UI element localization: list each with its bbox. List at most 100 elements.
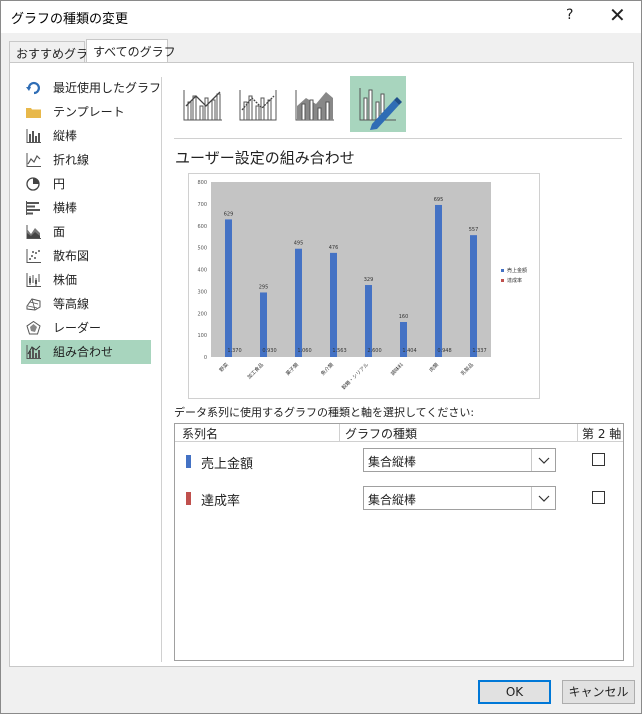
chart-type-select[interactable]: 集合縦棒 — [363, 486, 556, 510]
legend-swatch — [501, 279, 504, 282]
rate-data-label: 1.404 — [402, 348, 416, 354]
sidebar-item-bar[interactable]: 横棒 — [21, 196, 151, 220]
header-separator — [339, 424, 340, 442]
title-bar: グラフの種類の変更 ? ✕ — [1, 1, 641, 33]
combo-chart-icon — [26, 345, 41, 359]
sidebar-item-label: 最近使用したグラフ — [53, 81, 162, 95]
series-table: 系列名 グラフの種類 第 2 軸 売上金額 集合縦棒 達成率 集合縦棒 — [174, 423, 624, 661]
ok-button[interactable]: OK — [478, 680, 551, 704]
instruction-text: データ系列に使用するグラフの種類と軸を選択してください: — [174, 406, 475, 419]
pie-chart-icon — [26, 177, 40, 191]
sidebar-item-label: 等高線 — [53, 297, 90, 311]
chart-preview: 800 700 600 500 400 300 200 100 0 629 1.370 295 0.9… — [188, 173, 540, 399]
bar — [330, 252, 337, 357]
stacked-area-clustered-column-button[interactable] — [286, 76, 342, 132]
x-category-label: 調味料 — [389, 361, 405, 377]
sidebar-item-surface[interactable]: 等高線 — [21, 292, 151, 316]
bar-data-label: 160 — [399, 314, 409, 320]
bar-data-label: 329 — [364, 277, 374, 283]
clustered-column-line-secondary-button[interactable] — [230, 76, 286, 132]
series-table-header: 系列名 グラフの種類 第 2 軸 — [175, 424, 623, 442]
help-button[interactable]: ? — [566, 7, 573, 23]
y-tick-label: 0 — [204, 355, 207, 361]
tab-all-charts[interactable]: すべてのグラフ — [86, 39, 176, 63]
chart-preview-canvas: 800 700 600 500 400 300 200 100 0 629 1.370 295 0.9… — [197, 180, 527, 391]
sidebar-item-line[interactable]: 折れ線 — [21, 148, 151, 172]
sidebar-item-label: 面 — [53, 225, 66, 239]
sidebar-item-label: 円 — [53, 177, 66, 191]
series-name: 売上金額 — [201, 457, 254, 472]
y-tick-label: 700 — [197, 202, 207, 208]
clustered-column-line-icon — [183, 90, 222, 121]
chevron-down-icon — [531, 449, 555, 471]
y-tick-label: 800 — [197, 180, 207, 186]
bar — [225, 219, 232, 357]
bar-data-label: 695 — [434, 197, 444, 203]
series-color-swatch — [186, 455, 191, 468]
gallery-divider — [174, 138, 622, 139]
sidebar-item-label: 折れ線 — [53, 153, 90, 167]
bar — [365, 285, 372, 357]
bar — [470, 235, 477, 357]
custom-combination-button[interactable] — [350, 76, 406, 132]
stock-chart-icon — [26, 273, 41, 287]
x-category-label: 加工食品 — [246, 361, 265, 380]
rate-data-label: 0.930 — [262, 348, 276, 354]
sidebar-item-combo[interactable]: 組み合わせ — [21, 340, 151, 364]
sidebar-item-scatter[interactable]: 散布図 — [21, 244, 151, 268]
sidebar-item-recent[interactable]: 最近使用したグラフ — [21, 76, 161, 100]
chart-type-panel: 最近使用したグラフ テンプレート 縦棒 折れ線 円 横棒 面 散布図 株価 等高… — [9, 62, 634, 667]
x-category-label: 肉類 — [428, 361, 440, 373]
series-color-swatch — [186, 492, 191, 505]
secondary-axis-checkbox[interactable] — [592, 453, 605, 466]
header-series-name: 系列名 — [182, 427, 219, 441]
radar-chart-icon — [26, 321, 41, 335]
sidebar-item-templates[interactable]: テンプレート — [21, 100, 151, 124]
y-tick-label: 400 — [197, 268, 207, 274]
change-chart-type-dialog: グラフの種類の変更 ? ✕ おすすめグラフ すべてのグラフ 最近使用したグラフ … — [0, 0, 642, 714]
area-chart-icon — [26, 225, 41, 239]
y-tick-label: 200 — [197, 311, 207, 317]
bar-chart-icon — [26, 201, 40, 215]
close-button[interactable]: ✕ — [609, 3, 626, 27]
secondary-axis-checkbox[interactable] — [592, 491, 605, 504]
rate-data-label: 1.337 — [472, 348, 486, 354]
rate-data-label: 0.948 — [437, 348, 451, 354]
legend-label: 達成率 — [507, 277, 522, 284]
sidebar-item-label: 横棒 — [53, 201, 78, 215]
sidebar-item-column[interactable]: 縦棒 — [21, 124, 151, 148]
y-tick-label: 600 — [197, 224, 207, 230]
custom-combination-icon — [359, 88, 402, 130]
bar — [295, 248, 302, 357]
sidebar-item-stock[interactable]: 株価 — [21, 268, 151, 292]
section-title: ユーザー設定の組み合わせ — [175, 149, 355, 167]
line-chart-icon — [26, 153, 41, 167]
header-secondary-axis: 第 2 軸 — [582, 427, 622, 441]
y-tick-label: 500 — [197, 246, 207, 252]
chevron-down-icon — [531, 487, 555, 509]
sidebar-item-pie[interactable]: 円 — [21, 172, 151, 196]
cancel-button[interactable]: キャンセル — [562, 680, 635, 704]
bar-data-label: 495 — [294, 241, 304, 247]
plot-area — [211, 182, 491, 357]
rate-data-label: 1.563 — [332, 348, 346, 354]
surface-chart-icon — [26, 298, 41, 311]
x-category-label: 野菜 — [218, 361, 230, 373]
sidebar-item-radar[interactable]: レーダー — [21, 316, 151, 340]
sidebar-divider — [161, 77, 162, 662]
rate-data-label: 1.060 — [297, 348, 311, 354]
folder-icon — [26, 108, 41, 118]
sidebar-item-area[interactable]: 面 — [21, 220, 151, 244]
tab-recommended[interactable]: おすすめグラフ — [9, 41, 100, 63]
sidebar-item-label: 株価 — [53, 273, 78, 287]
chart-type-select[interactable]: 集合縦棒 — [363, 448, 556, 472]
scatter-chart-icon — [26, 249, 41, 263]
legend-label: 売上金額 — [507, 267, 527, 274]
clustered-column-line-button[interactable] — [174, 76, 230, 132]
recent-icon — [26, 81, 40, 95]
rate-data-label: 1.370 — [227, 348, 241, 354]
sidebar-item-label: 散布図 — [53, 249, 90, 263]
x-category-label: 穀類・シリアル — [340, 361, 370, 391]
bar-data-label: 629 — [224, 211, 234, 217]
sidebar-item-label: テンプレート — [53, 105, 125, 119]
